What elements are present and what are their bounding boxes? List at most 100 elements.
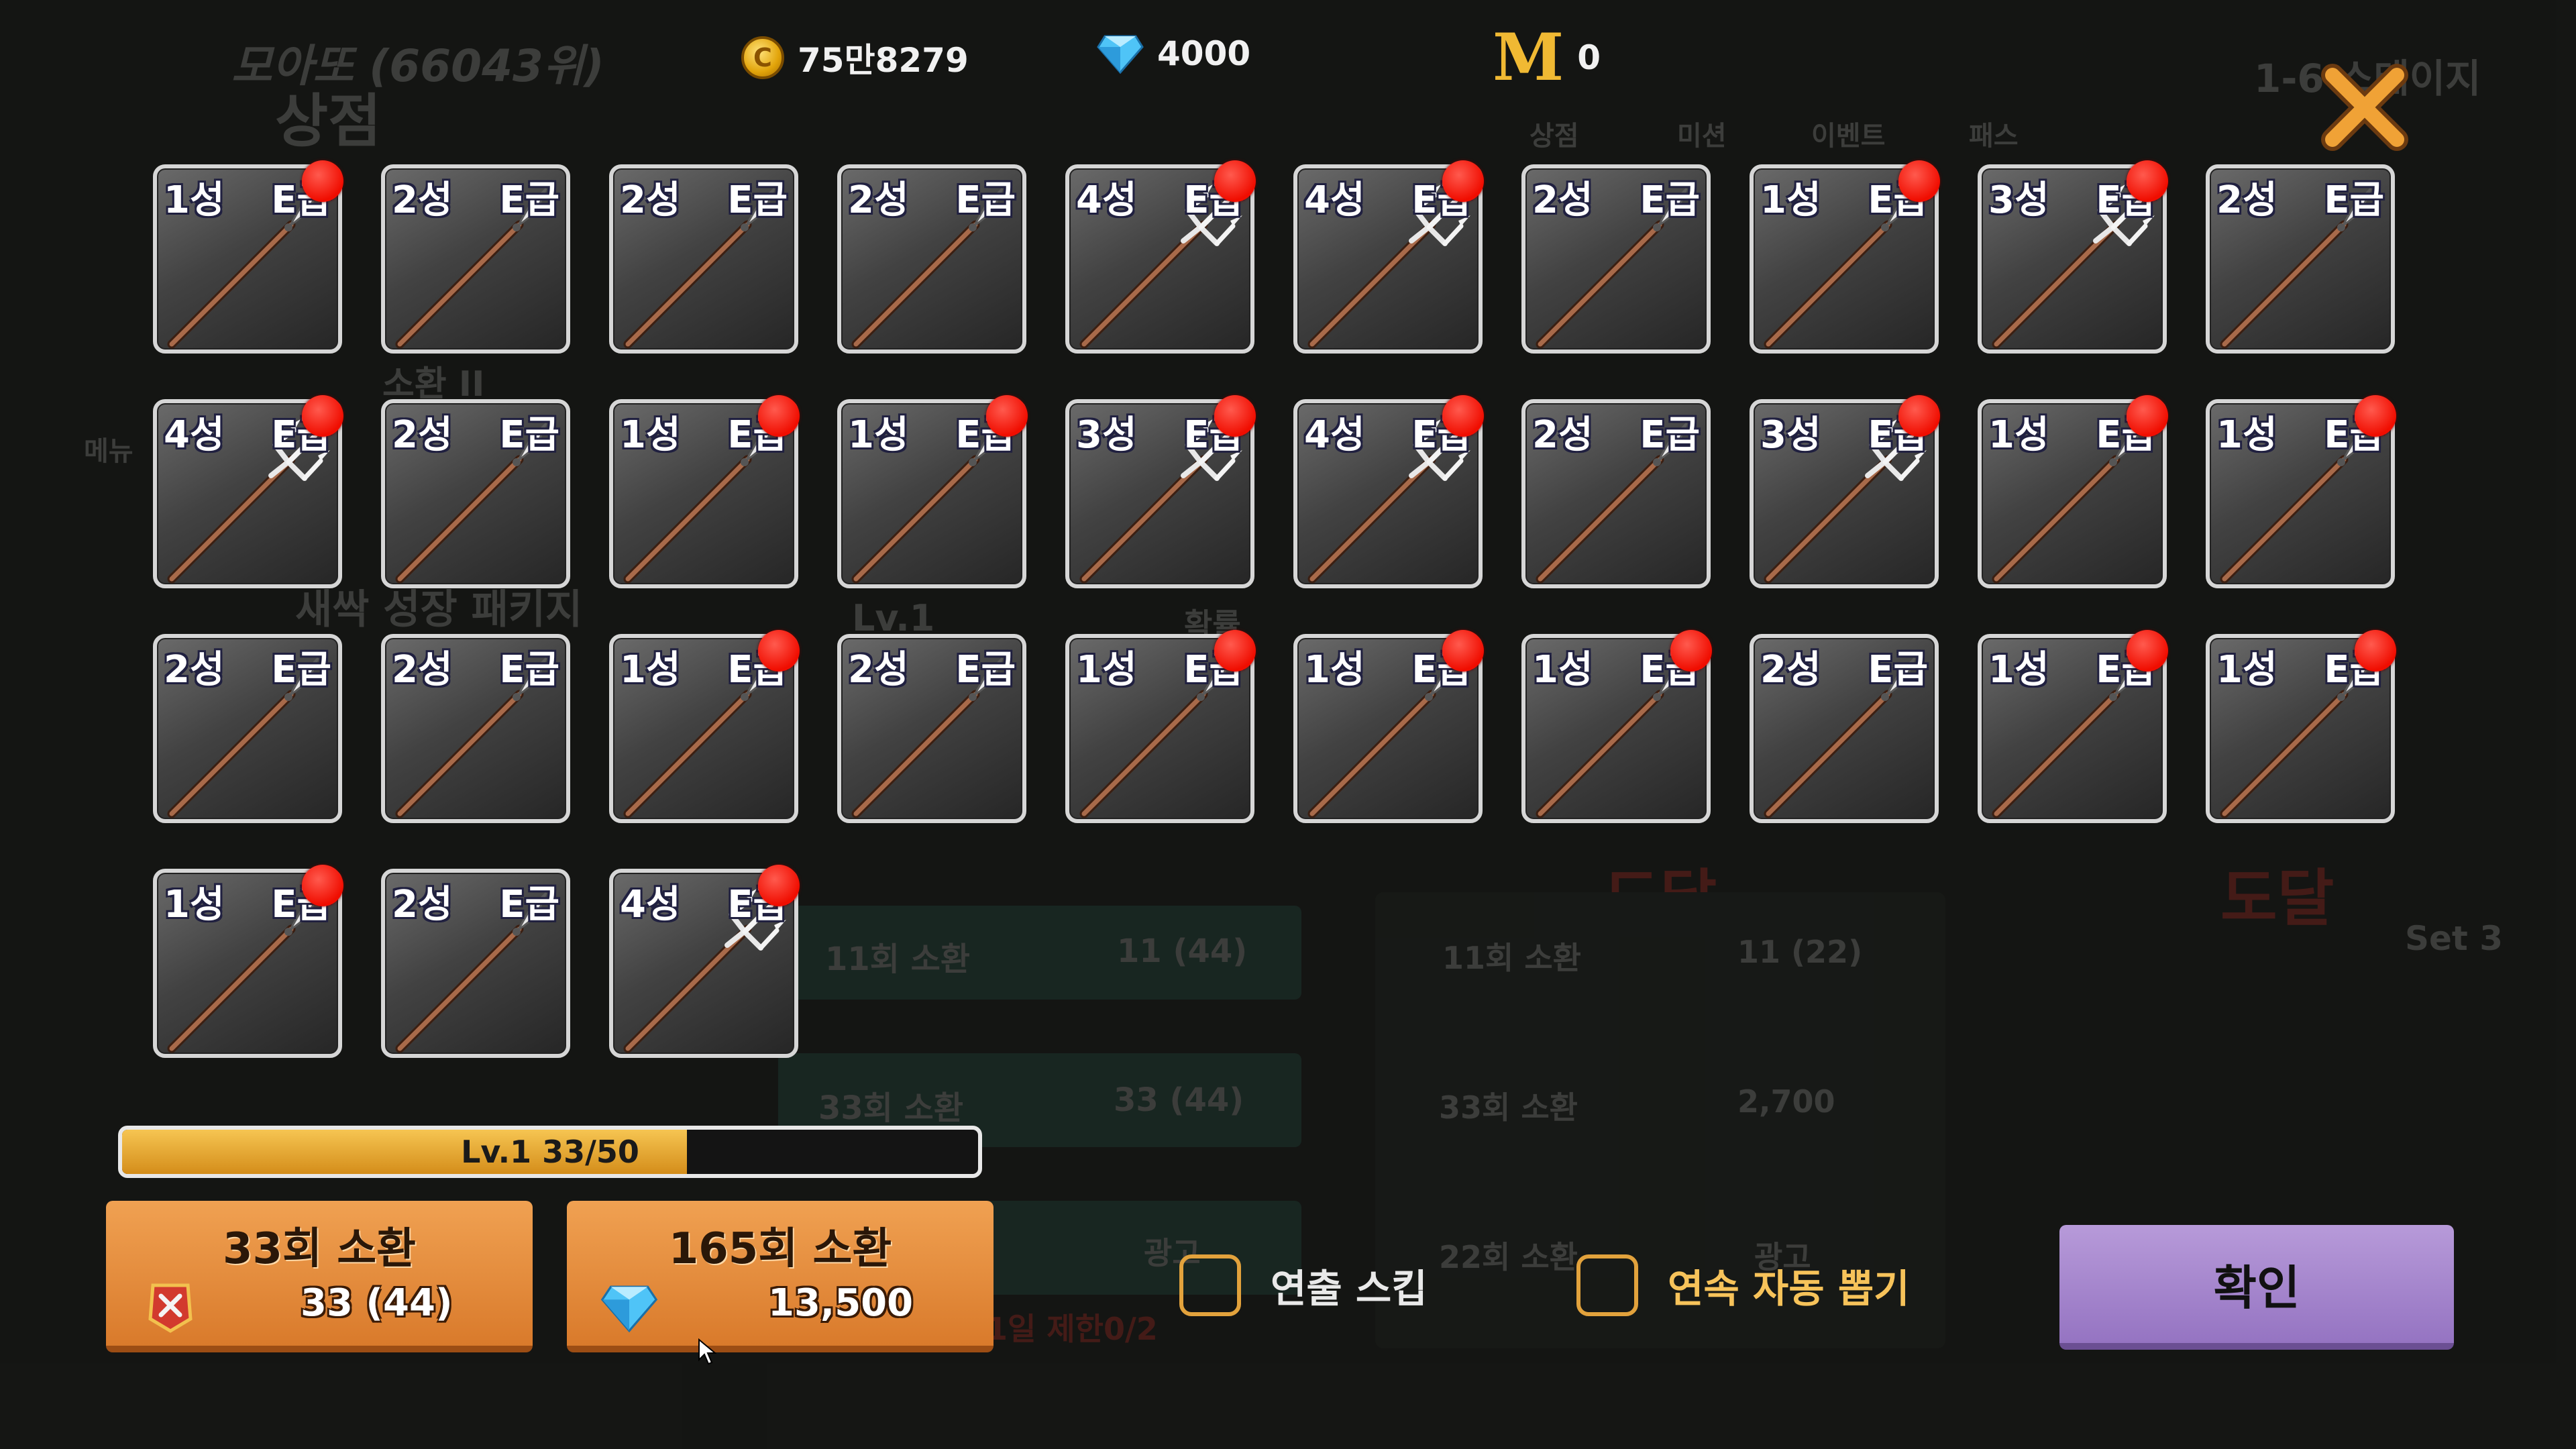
item-star: 1성 <box>2216 648 2277 692</box>
item-card[interactable]: 1성 E급 <box>153 865 343 1058</box>
item-star: 1성 <box>1760 178 1821 222</box>
item-card[interactable]: 3성 E급 <box>1065 395 1256 588</box>
item-card[interactable]: 2성 E급 <box>837 164 1026 354</box>
diamond-icon <box>1097 35 1144 74</box>
item-star: 4성 <box>1076 178 1137 222</box>
item-grade: E급 <box>1868 648 1928 692</box>
item-grade: E급 <box>499 648 559 692</box>
item-card[interactable]: 3성 E급 <box>1978 160 2168 354</box>
item-star: 2성 <box>848 178 909 222</box>
summon-165-cost: 13,500 <box>768 1281 914 1325</box>
item-card[interactable]: 2성 E급 <box>2206 164 2395 354</box>
new-badge <box>1898 395 1940 437</box>
new-badge <box>1898 160 1940 202</box>
item-star: 2성 <box>164 648 225 692</box>
item-star: 4성 <box>1304 178 1365 222</box>
item-card[interactable]: 1성 E급 <box>1521 630 1712 823</box>
item-card[interactable]: 2성 E급 <box>609 164 798 354</box>
item-card[interactable]: 1성 E급 <box>2206 630 2396 823</box>
item-card[interactable]: 1성 E급 <box>609 395 800 588</box>
item-star: 1성 <box>1076 648 1137 692</box>
new-badge <box>302 395 343 437</box>
auto-draw-checkbox[interactable] <box>1576 1254 1638 1316</box>
item-card[interactable]: 1성 E급 <box>153 160 343 354</box>
item-star: 2성 <box>1760 648 1821 692</box>
summon-165-button[interactable]: 165회 소환 13,500 <box>567 1201 994 1352</box>
item-grade: E급 <box>271 648 331 692</box>
confirm-button[interactable]: 확인 <box>2059 1225 2454 1350</box>
item-star: 2성 <box>1532 178 1593 222</box>
mouse-cursor-icon <box>698 1338 716 1365</box>
item-grade: E급 <box>499 413 559 457</box>
item-star: 1성 <box>164 883 225 926</box>
skip-animation-checkbox[interactable] <box>1179 1254 1241 1316</box>
new-badge <box>1442 160 1484 202</box>
item-card[interactable]: 4성 E급 <box>1293 160 1484 354</box>
new-badge <box>1670 630 1712 672</box>
item-card[interactable]: 2성 E급 <box>153 634 342 823</box>
item-card[interactable]: 1성 E급 <box>837 395 1028 588</box>
item-star: 1성 <box>1988 413 2049 457</box>
new-badge <box>2355 395 2396 437</box>
item-card[interactable]: 1성 E급 <box>1750 160 1940 354</box>
item-card[interactable]: 4성 E급 <box>1065 160 1256 354</box>
progress-label: Lv.1 33/50 <box>461 1134 639 1170</box>
close-x-icon[interactable] <box>2318 60 2412 154</box>
item-card[interactable]: 2성 E급 <box>381 634 570 823</box>
item-card[interactable]: 4성 E급 <box>609 865 800 1058</box>
item-star: 1성 <box>848 413 909 457</box>
item-card[interactable]: 2성 E급 <box>1750 634 1939 823</box>
item-grade: E급 <box>955 648 1016 692</box>
item-card[interactable]: 1성 E급 <box>1293 630 1484 823</box>
summon-33-cost: 33 (44) <box>301 1281 453 1325</box>
new-badge <box>758 865 800 906</box>
item-card[interactable]: 4성 E급 <box>153 395 343 588</box>
item-card[interactable]: 1성 E급 <box>1978 395 2168 588</box>
item-card[interactable]: 2성 E급 <box>1521 399 1711 588</box>
item-card[interactable]: 1성 E급 <box>2206 395 2396 588</box>
gem-amount: 4000 <box>1157 34 1251 73</box>
diamond-icon <box>600 1285 658 1333</box>
item-star: 2성 <box>848 648 909 692</box>
item-star: 2성 <box>392 648 453 692</box>
item-card[interactable]: 4성 E급 <box>1293 395 1484 588</box>
item-star: 1성 <box>164 178 225 222</box>
item-card[interactable]: 2성 E급 <box>381 399 570 588</box>
ticket-icon <box>148 1283 193 1333</box>
new-badge <box>1214 395 1256 437</box>
mileage-m-icon: M <box>1493 19 1564 95</box>
summon-165-title: 165회 소환 <box>668 1224 892 1274</box>
auto-draw-option[interactable]: 연속 자동 뽑기 <box>1576 1254 1910 1316</box>
item-card[interactable]: 1성 E급 <box>1065 630 1256 823</box>
new-badge <box>302 160 343 202</box>
skip-animation-option[interactable]: 연출 스킵 <box>1179 1254 1428 1316</box>
item-star: 2성 <box>620 178 681 222</box>
gold-coin-icon <box>741 36 784 79</box>
item-card[interactable]: 3성 E급 <box>1750 395 1940 588</box>
item-grade: E급 <box>1640 178 1700 222</box>
summon-33-title: 33회 소환 <box>223 1224 416 1274</box>
item-card[interactable]: 2성 E급 <box>381 164 570 354</box>
item-star: 4성 <box>620 883 681 926</box>
summon-level-progress: Lv.1 33/50 <box>118 1126 982 1178</box>
summon-33-button[interactable]: 33회 소환 33 (44) <box>106 1201 533 1352</box>
new-badge <box>1214 160 1256 202</box>
new-badge <box>1214 630 1256 672</box>
gold-counter: 75만8279 <box>741 34 969 82</box>
item-star: 2성 <box>392 413 453 457</box>
item-card[interactable]: 2성 E급 <box>1521 164 1711 354</box>
item-card[interactable]: 2성 E급 <box>381 869 570 1058</box>
item-card[interactable]: 1성 E급 <box>1978 630 2168 823</box>
item-card[interactable]: 1성 E급 <box>609 630 800 823</box>
item-star: 1성 <box>1532 648 1593 692</box>
new-badge <box>302 865 343 906</box>
confirm-label: 확인 <box>2213 1260 2300 1316</box>
item-star: 2성 <box>1532 413 1593 457</box>
item-star: 1성 <box>620 413 681 457</box>
new-badge <box>986 395 1028 437</box>
item-card[interactable]: 2성 E급 <box>837 634 1026 823</box>
item-star: 2성 <box>2216 178 2277 222</box>
item-star: 3성 <box>1988 178 2049 222</box>
mileage-amount: 0 <box>1577 38 1601 77</box>
new-badge <box>2355 630 2396 672</box>
